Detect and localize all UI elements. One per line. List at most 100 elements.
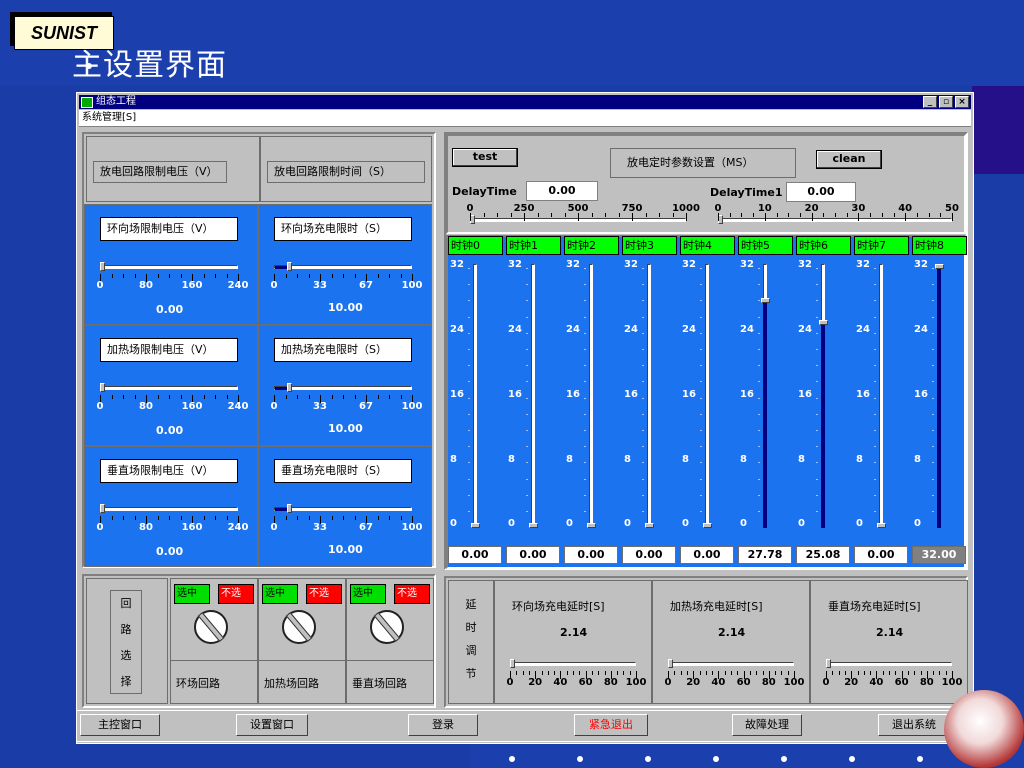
clock-scale-tick — [758, 300, 760, 302]
clock-value[interactable]: 0.00 — [854, 546, 908, 564]
clock-slider-track[interactable] — [531, 264, 535, 528]
voltage-slider-thumb[interactable] — [100, 383, 105, 392]
clock-slider-track[interactable] — [879, 264, 883, 528]
loop-switch-knob[interactable] — [282, 610, 316, 644]
clock-slider-track[interactable] — [473, 264, 477, 528]
clock-slider-thumb[interactable] — [471, 523, 480, 528]
clock-slider-thumb[interactable] — [819, 319, 828, 325]
delay-adjust-slider-tick-label: 20 — [844, 677, 859, 688]
time-slider-track[interactable] — [274, 265, 412, 269]
clock-slider-track[interactable] — [705, 264, 709, 528]
voltage-slider-track[interactable] — [100, 507, 238, 511]
delay-time-field[interactable]: 0.00 — [526, 181, 598, 201]
delay-time1-slider-tick — [788, 213, 790, 217]
clock-slider-thumb[interactable] — [877, 523, 886, 528]
delay-adjust-slider-tick — [920, 671, 922, 675]
delay-time-slider-tick-label: 750 — [621, 203, 643, 214]
clock-scale-label: 0 — [624, 518, 631, 529]
time-slider-thumb[interactable] — [287, 262, 293, 271]
time-slider-track[interactable] — [274, 386, 412, 390]
loop-select-button[interactable]: 选中 — [350, 584, 386, 604]
voltage-slider-tick-label: 240 — [227, 522, 249, 533]
delay-time1-slider-tick — [718, 213, 719, 221]
loop-switch-knob[interactable] — [194, 610, 228, 644]
delay-adjust-slider-track[interactable] — [826, 662, 952, 666]
clock-slider-track[interactable] — [647, 264, 651, 528]
clock-slider-thumb[interactable] — [703, 523, 712, 528]
loop-deselect-button[interactable]: 不选 — [394, 584, 430, 604]
voltage-slider-thumb[interactable] — [100, 504, 105, 513]
time-slider-thumb[interactable] — [287, 383, 293, 392]
nav-tab[interactable]: 故障处理 — [732, 714, 802, 736]
voltage-slider-track[interactable] — [100, 265, 238, 269]
delay-adjust-slider-thumb[interactable] — [668, 659, 673, 668]
clock-scale-tick — [584, 284, 586, 286]
clock-value[interactable]: 25.08 — [796, 546, 850, 564]
clock-scale-tick — [642, 478, 644, 480]
delay-adjust-slider-tick — [945, 671, 947, 675]
voltage-slider-track[interactable] — [100, 386, 238, 390]
slide-dot — [713, 756, 719, 762]
clock-scale-tick — [584, 268, 586, 269]
close-button[interactable]: × — [955, 96, 969, 108]
delay-time-label: DelayTime — [452, 185, 517, 198]
clock-scale-tick — [932, 397, 934, 399]
clock-slider-fill — [937, 264, 941, 528]
delay-adjust-slider-tick-label: 40 — [711, 677, 726, 688]
nav-tab[interactable]: 登录 — [408, 714, 478, 736]
delay-adjust-slider-thumb[interactable] — [826, 659, 831, 668]
clock-scale-tick — [584, 511, 586, 512]
loop-select-button[interactable]: 选中 — [174, 584, 210, 604]
delay-time-slider-tick — [551, 213, 552, 217]
nav-tab[interactable]: 设置窗口 — [236, 714, 308, 736]
clock-scale-tick — [874, 478, 876, 480]
clock-slider-thumb[interactable] — [645, 523, 654, 528]
clock-slider-thumb[interactable] — [529, 523, 538, 528]
delay-adjust-slider-track[interactable] — [510, 662, 636, 666]
delay-adjust-slider-track[interactable] — [668, 662, 794, 666]
clock-value[interactable]: 0.00 — [564, 546, 618, 564]
delay-adjust-slider-thumb[interactable] — [510, 659, 515, 668]
clock-value[interactable]: 0.00 — [506, 546, 560, 564]
clock-scale-tick — [526, 494, 528, 496]
nav-tab[interactable]: 主控窗口 — [80, 714, 160, 736]
clock-value[interactable]: 0.00 — [448, 546, 502, 564]
test-button[interactable]: test — [452, 148, 518, 167]
delay-time1-field[interactable]: 0.00 — [786, 182, 856, 202]
clock-slider-track[interactable] — [589, 264, 593, 528]
nav-tab[interactable]: 退出系统 — [878, 714, 950, 736]
clock-slider-thumb[interactable] — [935, 264, 944, 269]
clock-scale-tick — [816, 268, 818, 269]
voltage-slider-tick — [123, 274, 124, 278]
loop-deselect-button[interactable]: 不选 — [218, 584, 254, 604]
clock-value[interactable]: 32.00 — [912, 546, 966, 564]
voltage-slider-tick — [180, 516, 182, 520]
loop-switch-knob[interactable] — [370, 610, 404, 644]
clock-scale-label: 16 — [682, 389, 696, 400]
minimize-button[interactable]: _ — [923, 96, 937, 108]
delay-adjust-slider-tick — [762, 671, 764, 675]
time-slider-thumb[interactable] — [287, 504, 293, 513]
voltage-slider-thumb[interactable] — [100, 262, 105, 271]
menu-system-management[interactable]: 系统管理[S] — [82, 112, 136, 123]
clock-scale-tick — [874, 268, 876, 269]
clock-scale-label: 0 — [450, 518, 457, 529]
delay-side-char: 节 — [465, 667, 477, 680]
clock-scale-tick — [584, 332, 586, 334]
loop-deselect-button[interactable]: 不选 — [306, 584, 342, 604]
clock-slider-thumb[interactable] — [587, 523, 596, 528]
clock-scale-tick — [584, 381, 586, 383]
loop-select-button[interactable]: 选中 — [262, 584, 298, 604]
nav-tab[interactable]: 紧急退出 — [574, 714, 648, 736]
clock-scale-tick — [526, 332, 528, 334]
time-slider-track[interactable] — [274, 507, 412, 511]
clock-scale-label: 32 — [566, 259, 580, 270]
clock-value[interactable]: 0.00 — [622, 546, 676, 564]
clock-value[interactable]: 0.00 — [680, 546, 734, 564]
clean-button[interactable]: clean — [816, 150, 882, 169]
clock-scale-tick — [468, 332, 470, 334]
clock-value[interactable]: 27.78 — [738, 546, 792, 564]
clock-slider-thumb[interactable] — [761, 298, 770, 304]
clock-scale-label: 24 — [914, 324, 928, 335]
restore-button[interactable]: ▫ — [939, 96, 953, 108]
